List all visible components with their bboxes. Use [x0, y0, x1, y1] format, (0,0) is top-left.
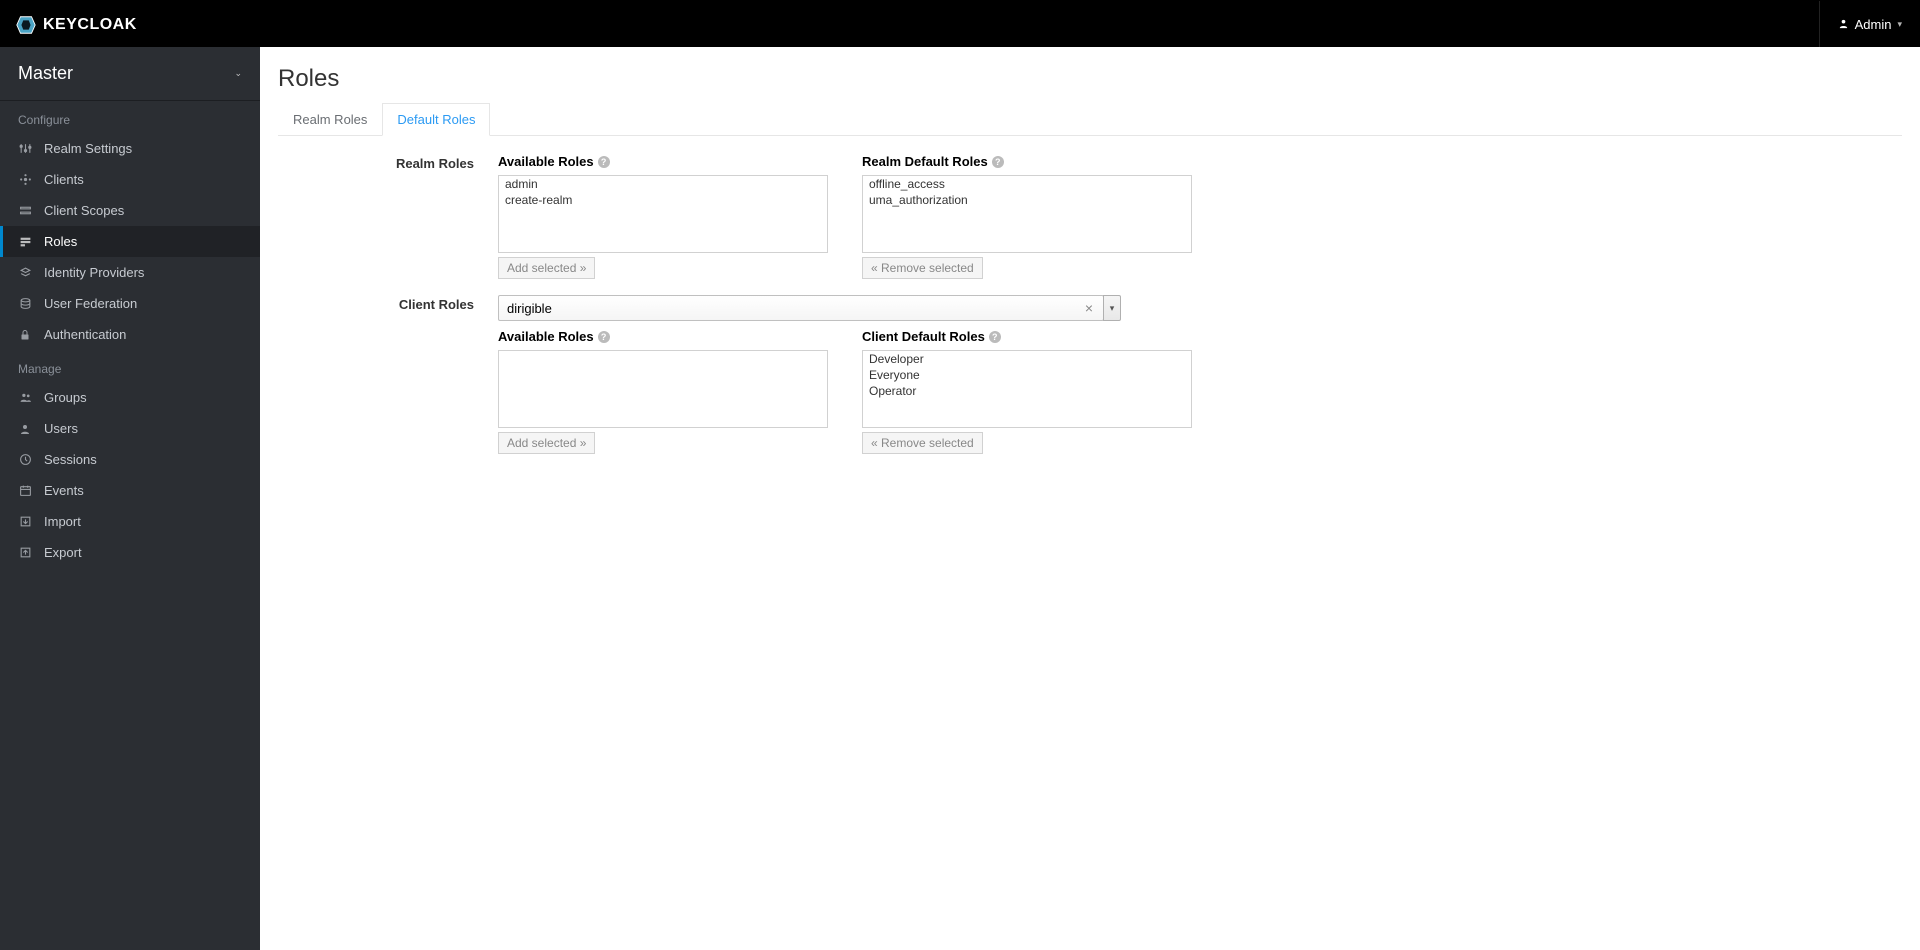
- sidebar-item-label: Authentication: [44, 327, 126, 342]
- realm-name: Master: [18, 63, 73, 84]
- sidebar-item-identity-providers[interactable]: Identity Providers: [0, 257, 260, 288]
- sidebar-item-label: Clients: [44, 172, 84, 187]
- realm-available-roles-list[interactable]: admincreate-realm: [498, 175, 828, 253]
- sidebar-item-label: Roles: [44, 234, 77, 249]
- sidebar-item-events[interactable]: Events: [0, 475, 260, 506]
- list-item[interactable]: uma_authorization: [863, 192, 1191, 208]
- roles-icon: [18, 235, 32, 248]
- fed-icon: [18, 297, 32, 310]
- list-item[interactable]: Developer: [863, 351, 1191, 367]
- sidebar-item-label: User Federation: [44, 296, 137, 311]
- help-icon[interactable]: ?: [598, 156, 610, 168]
- remove-selected-button[interactable]: « Remove selected: [862, 432, 983, 454]
- sidebar-item-label: Realm Settings: [44, 141, 132, 156]
- keycloak-icon: [15, 14, 37, 36]
- realm-default-roles-list[interactable]: offline_accessuma_authorization: [862, 175, 1192, 253]
- brand-text: KEYCLOAK: [43, 16, 137, 34]
- sidebar-item-sessions[interactable]: Sessions: [0, 444, 260, 475]
- scopes-icon: [18, 204, 32, 217]
- sidebar-item-label: Export: [44, 545, 82, 560]
- sidebar-item-export[interactable]: Export: [0, 537, 260, 568]
- client-available-roles-list[interactable]: [498, 350, 828, 428]
- realm-selector[interactable]: Master ⌄: [0, 47, 260, 101]
- sidebar-item-label: Sessions: [44, 452, 97, 467]
- sidebar-item-label: Users: [44, 421, 78, 436]
- client-roles-label: Client Roles: [278, 295, 498, 312]
- sidebar-item-label: Client Scopes: [44, 203, 124, 218]
- realm-roles-label: Realm Roles: [278, 154, 498, 171]
- page-title: Roles: [278, 65, 1902, 93]
- sidebar-item-realm-settings[interactable]: Realm Settings: [0, 133, 260, 164]
- list-item[interactable]: offline_access: [863, 176, 1191, 192]
- idp-icon: [18, 266, 32, 279]
- list-item[interactable]: admin: [499, 176, 827, 192]
- tab-default-roles[interactable]: Default Roles: [382, 103, 490, 136]
- available-roles-header: Available Roles: [498, 154, 594, 169]
- sidebar-item-clients[interactable]: Clients: [0, 164, 260, 195]
- export-icon: [18, 546, 32, 559]
- list-item[interactable]: create-realm: [499, 192, 827, 208]
- sidebar-item-label: Events: [44, 483, 84, 498]
- add-selected-button[interactable]: Add selected »: [498, 432, 595, 454]
- client-select-value: dirigible: [507, 301, 552, 316]
- help-icon[interactable]: ?: [992, 156, 1004, 168]
- sidebar-item-authentication[interactable]: Authentication: [0, 319, 260, 350]
- sidebar-item-client-scopes[interactable]: Client Scopes: [0, 195, 260, 226]
- client-available-roles-header: Available Roles: [498, 329, 594, 344]
- sidebar-item-label: Import: [44, 514, 81, 529]
- client-default-roles-list[interactable]: DeveloperEveryoneOperator: [862, 350, 1192, 428]
- clock-icon: [18, 453, 32, 466]
- user-icon: [18, 423, 32, 435]
- clear-icon[interactable]: ×: [1083, 300, 1095, 316]
- groups-icon: [18, 391, 32, 404]
- user-icon: [1838, 18, 1849, 32]
- sidebar-section-title: Manage: [0, 350, 260, 382]
- sidebar-item-users[interactable]: Users: [0, 413, 260, 444]
- add-selected-button[interactable]: Add selected »: [498, 257, 595, 279]
- sidebar-item-roles[interactable]: Roles: [0, 226, 260, 257]
- tabs: Realm RolesDefault Roles: [278, 103, 1902, 136]
- import-icon: [18, 515, 32, 528]
- sidebar-section-title: Configure: [0, 101, 260, 133]
- chevron-down-icon: ⌄: [234, 68, 242, 79]
- sidebar-item-import[interactable]: Import: [0, 506, 260, 537]
- help-icon[interactable]: ?: [989, 331, 1001, 343]
- list-item[interactable]: Operator: [863, 383, 1191, 399]
- remove-selected-button[interactable]: « Remove selected: [862, 257, 983, 279]
- client-select[interactable]: dirigible ×: [498, 295, 1104, 321]
- sidebar: Master ⌄ Configure Realm Settings Clients C…: [0, 47, 260, 950]
- sidebar-item-label: Groups: [44, 390, 87, 405]
- client-default-roles-header: Client Default Roles: [862, 329, 985, 344]
- sliders-icon: [18, 142, 32, 155]
- help-icon[interactable]: ?: [598, 331, 610, 343]
- brand-logo[interactable]: KEYCLOAK: [0, 14, 137, 36]
- topbar: KEYCLOAK Admin ▾: [0, 0, 1920, 47]
- chevron-down-icon: ▾: [1897, 19, 1902, 30]
- calendar-icon: [18, 484, 32, 497]
- realm-default-roles-header: Realm Default Roles: [862, 154, 988, 169]
- sidebar-item-user-federation[interactable]: User Federation: [0, 288, 260, 319]
- lock-icon: [18, 329, 32, 341]
- list-item[interactable]: Everyone: [863, 367, 1191, 383]
- user-menu[interactable]: Admin ▾: [1819, 1, 1920, 48]
- tab-realm-roles[interactable]: Realm Roles: [278, 103, 382, 135]
- dropdown-toggle[interactable]: ▾: [1103, 295, 1121, 321]
- user-name: Admin: [1855, 17, 1892, 32]
- clients-icon: [18, 173, 32, 186]
- sidebar-item-groups[interactable]: Groups: [0, 382, 260, 413]
- main-content: Roles Realm RolesDefault Roles Realm Rol…: [260, 47, 1920, 950]
- sidebar-item-label: Identity Providers: [44, 265, 144, 280]
